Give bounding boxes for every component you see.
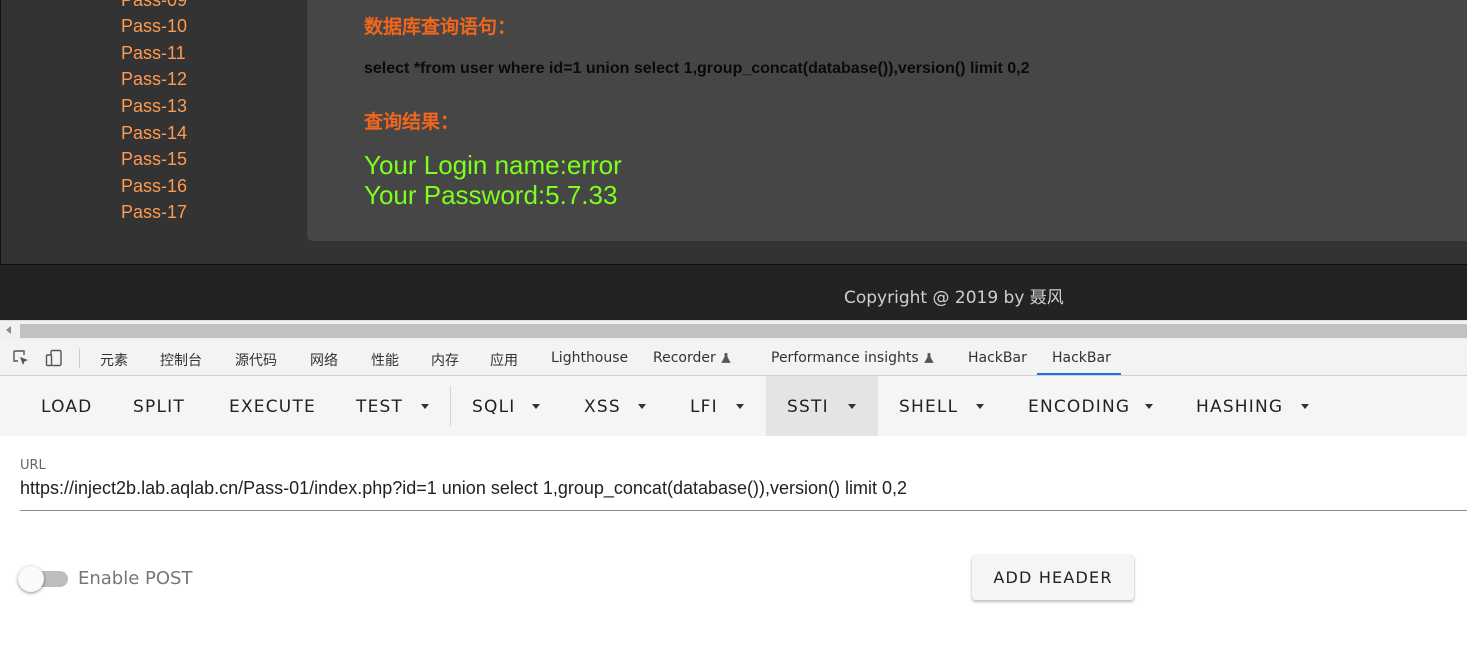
url-input[interactable]: https://inject2b.lab.aqlab.cn/Pass-01/in… xyxy=(20,478,907,499)
chevron-down-icon xyxy=(532,404,540,409)
tab-recorder[interactable]: Recorder xyxy=(653,350,731,366)
tab-console[interactable]: 控制台 xyxy=(160,350,202,370)
sidebar-item-pass-13[interactable]: Pass-13 xyxy=(121,96,187,116)
hashing-menu-button[interactable]: HASHING xyxy=(1176,376,1336,436)
hackbar-toolbar: LOAD SPLIT EXECUTE TEST SQLI XSS LFI SST… xyxy=(0,376,1467,436)
active-tab-indicator xyxy=(1037,373,1121,375)
chevron-down-icon xyxy=(421,404,429,409)
tab-sources[interactable]: 源代码 xyxy=(235,350,277,370)
experimental-flask-icon xyxy=(923,353,934,363)
chevron-down-icon xyxy=(1301,404,1309,409)
url-field-label: URL xyxy=(20,458,46,473)
tab-network[interactable]: 网络 xyxy=(310,350,338,370)
horizontal-scrollbar[interactable] xyxy=(0,320,1467,340)
chevron-down-icon xyxy=(736,404,744,409)
sidebar-item-pass-11[interactable]: Pass-11 xyxy=(121,43,186,63)
result-login-name: Your Login name:error xyxy=(364,150,622,180)
level-sidebar: Pass-09 Pass-10 Pass-11 Pass-12 Pass-13 … xyxy=(1,0,306,265)
tab-performance-insights-label: Performance insights xyxy=(771,350,919,366)
execute-button[interactable]: EXECUTE xyxy=(208,376,336,436)
enable-post-label: Enable POST xyxy=(78,568,193,589)
experimental-flask-icon xyxy=(721,353,731,363)
xss-menu-button[interactable]: XSS xyxy=(563,376,669,436)
device-toolbar-icon[interactable] xyxy=(45,349,63,367)
sidebar-item-pass-09[interactable]: Pass-09 xyxy=(121,0,187,10)
encoding-menu-button[interactable]: ENCODING xyxy=(1006,376,1176,436)
chevron-down-icon xyxy=(848,404,856,409)
tab-hackbar-active[interactable]: HackBar xyxy=(1052,350,1111,366)
page-footer: Copyright @ 2019 by 聂风 xyxy=(0,265,1467,320)
tab-lighthouse[interactable]: Lighthouse xyxy=(551,350,628,366)
enable-post-toggle-knob[interactable] xyxy=(18,566,44,592)
chevron-down-icon xyxy=(1145,404,1153,409)
ssti-menu-button[interactable]: SSTI xyxy=(766,376,878,436)
sidebar-item-pass-15[interactable]: Pass-15 xyxy=(121,149,187,169)
tab-performance-insights[interactable]: Performance insights xyxy=(771,350,934,366)
sqli-menu-button[interactable]: SQLI xyxy=(451,376,563,436)
tab-application[interactable]: 应用 xyxy=(490,350,518,370)
inspect-element-icon[interactable] xyxy=(12,349,30,367)
sidebar-item-pass-17[interactable]: Pass-17 xyxy=(121,202,187,222)
toolbar-divider xyxy=(79,348,80,368)
tab-elements[interactable]: 元素 xyxy=(100,350,128,370)
add-header-button[interactable]: ADD HEADER xyxy=(972,555,1134,600)
tab-hackbar[interactable]: HackBar xyxy=(968,350,1027,366)
test-menu-button[interactable]: TEST xyxy=(336,376,450,436)
load-button[interactable]: LOAD xyxy=(0,376,112,436)
sidebar-item-pass-12[interactable]: Pass-12 xyxy=(121,69,187,89)
query-title: 数据库查询语句： xyxy=(364,16,517,38)
tab-memory[interactable]: 内存 xyxy=(431,350,459,370)
split-button[interactable]: SPLIT xyxy=(112,376,208,436)
tab-performance[interactable]: 性能 xyxy=(371,350,399,370)
query-sql: select *from user where id=1 union selec… xyxy=(364,60,1030,77)
web-page-area: Pass-09 Pass-10 Pass-11 Pass-12 Pass-13 … xyxy=(0,0,1467,265)
shell-menu-button[interactable]: SHELL xyxy=(878,376,1006,436)
chevron-down-icon xyxy=(976,404,984,409)
lfi-menu-button[interactable]: LFI xyxy=(669,376,766,436)
scroll-left-arrow-icon[interactable] xyxy=(6,326,11,334)
scrollbar-thumb[interactable] xyxy=(20,324,1467,338)
sidebar-item-pass-16[interactable]: Pass-16 xyxy=(121,176,187,196)
devtools-tab-strip: 元素 控制台 源代码 网络 性能 内存 应用 Lighthouse Record… xyxy=(0,340,1467,376)
query-result-panel: 数据库查询语句： select *from user where id=1 un… xyxy=(307,0,1467,241)
result-title: 查询结果： xyxy=(364,111,460,133)
sidebar-item-pass-10[interactable]: Pass-10 xyxy=(121,16,187,36)
result-password: Your Password:5.7.33 xyxy=(364,180,618,210)
chevron-down-icon xyxy=(638,404,646,409)
sidebar-item-pass-14[interactable]: Pass-14 xyxy=(121,123,187,143)
copyright-text: Copyright @ 2019 by 聂风 xyxy=(844,288,1064,308)
tab-recorder-label: Recorder xyxy=(653,350,716,366)
url-input-underline xyxy=(20,510,1467,511)
